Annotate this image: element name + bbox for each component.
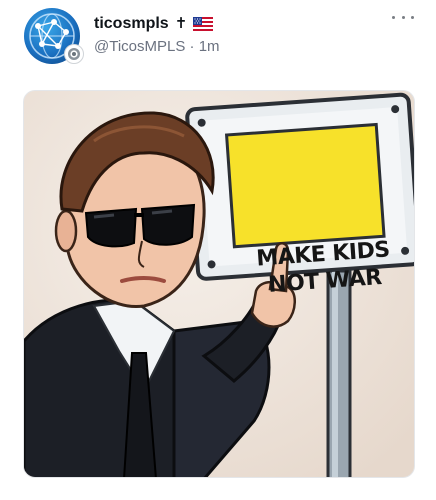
author-name-row: ticosmpls ✝ [94,14,214,34]
post-header: ticosmpls ✝ @TicosMPLS · 1m [0,0,436,78]
more-horizontal-icon-dot [411,15,414,19]
seal-badge-icon [64,44,84,64]
latin-cross-icon: ✝ [174,15,188,32]
post-image[interactable]: MAKE KIDS NOT WAR [23,90,415,478]
sign-text: MAKE KIDS NOT WAR [252,236,395,300]
more-horizontal-icon-dot [401,15,405,19]
more-horizontal-icon-dot [392,15,395,19]
display-name[interactable]: ticosmpls [94,14,169,34]
more-options-button[interactable] [392,10,414,24]
author-handle[interactable]: @TicosMPLS [94,38,185,55]
us-flag-icon [193,17,214,31]
sign-pole [326,269,352,477]
handle-row: @TicosMPLS · 1m [94,37,220,57]
post-timestamp[interactable]: 1m [199,38,220,55]
separator-dot: · [189,38,195,55]
